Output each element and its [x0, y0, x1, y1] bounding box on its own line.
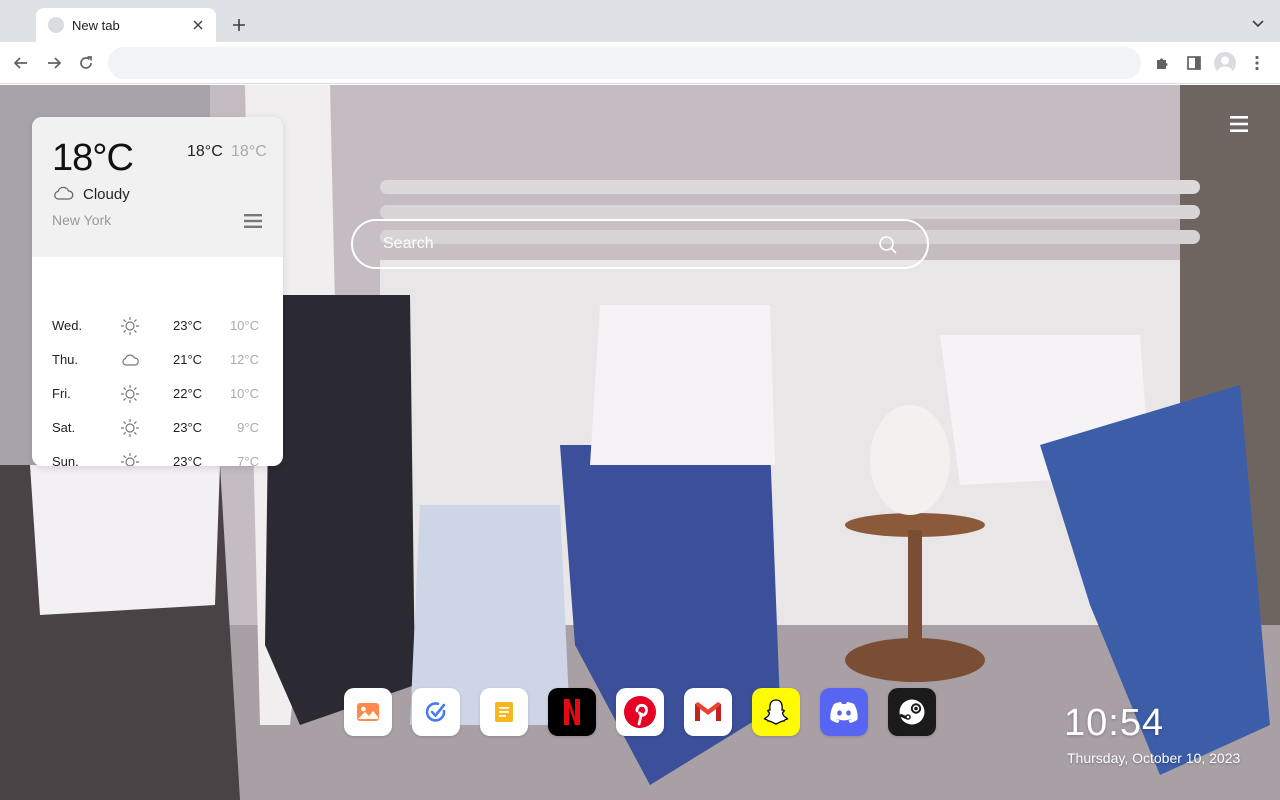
pinterest-app-shortcut[interactable] — [616, 688, 664, 736]
weather-current-panel: 18°C 18°C 18°C Cloudy New York — [32, 117, 283, 257]
gallery-app-shortcut[interactable] — [344, 688, 392, 736]
forecast-low: 12°C — [229, 352, 259, 367]
netflix-app-shortcut[interactable] — [548, 688, 596, 736]
close-icon[interactable] — [190, 17, 206, 33]
forecast-day: Wed. — [52, 318, 83, 333]
forecast-low: 10°C — [229, 318, 259, 333]
forecast-row: Wed. 23°C 10°C — [32, 316, 283, 336]
notes-app-shortcut[interactable] — [480, 688, 528, 736]
forecast-day: Sun. — [52, 454, 79, 466]
chevron-down-icon[interactable] — [1248, 14, 1268, 34]
side-panel-icon[interactable] — [1183, 52, 1205, 74]
forecast-row: Sat. 23°C 9°C — [32, 418, 283, 438]
search-box[interactable] — [351, 219, 929, 269]
page-menu-icon[interactable] — [1228, 115, 1250, 133]
tasks-app-shortcut[interactable] — [412, 688, 460, 736]
forecast-day: Thu. — [52, 352, 79, 367]
weather-menu-icon[interactable] — [244, 214, 262, 228]
forecast-row: Thu. 21°C 12°C — [32, 350, 283, 370]
new-tab-page: 18°C 18°C 18°C Cloudy New York Wed. 23°C… — [0, 85, 1280, 800]
today-high-temperature: 18°C — [187, 143, 223, 160]
netflix-icon — [564, 699, 580, 725]
forecast-low: 10°C — [229, 386, 259, 401]
address-bar[interactable] — [108, 47, 1141, 79]
pinterest-icon — [624, 696, 656, 728]
steam-icon — [899, 699, 925, 725]
note-icon — [495, 702, 513, 722]
sun-icon — [121, 419, 139, 437]
forecast-high: 23°C — [173, 454, 203, 466]
search-icon[interactable] — [878, 235, 898, 255]
extensions-puzzle-icon[interactable] — [1151, 52, 1173, 74]
forecast-row: Fri. 22°C 10°C — [32, 384, 283, 404]
more-vert-icon[interactable] — [1246, 52, 1268, 74]
forecast-low: 9°C — [237, 420, 259, 435]
discord-icon — [830, 702, 858, 723]
forecast-day: Sat. — [52, 420, 76, 435]
weather-location: New York — [52, 212, 112, 228]
cloud-icon — [54, 186, 74, 200]
tab-strip: New tab — [0, 0, 1280, 42]
profile-avatar[interactable] — [1214, 52, 1236, 74]
discord-app-shortcut[interactable] — [820, 688, 868, 736]
back-icon[interactable] — [10, 52, 32, 74]
forward-icon[interactable] — [43, 52, 65, 74]
steam-app-shortcut[interactable] — [888, 688, 936, 736]
new-tab-button[interactable] — [228, 14, 250, 36]
current-temperature: 18°C — [52, 137, 134, 179]
check-icon — [425, 702, 446, 722]
search-input[interactable] — [383, 233, 863, 255]
browser-toolbar — [0, 42, 1280, 84]
weather-widget[interactable]: 18°C 18°C 18°C Cloudy New York Wed. 23°C… — [32, 117, 283, 466]
sun-icon — [121, 453, 139, 466]
today-low-temperature: 18°C — [231, 143, 267, 160]
tab-new-tab[interactable]: New tab — [36, 8, 216, 42]
weather-condition: Cloudy — [83, 186, 130, 203]
gmail-app-shortcut[interactable] — [684, 688, 732, 736]
sun-icon — [121, 385, 139, 403]
tab-title: New tab — [72, 17, 120, 33]
sun-icon — [121, 317, 139, 335]
forecast-high: 22°C — [173, 386, 203, 401]
forecast-low: 7°C — [237, 454, 259, 466]
forecast-high: 23°C — [173, 420, 203, 435]
snapchat-icon — [763, 699, 789, 725]
forecast-day: Fri. — [52, 386, 71, 401]
forecast-row: Sun. 23°C 7°C — [32, 452, 283, 466]
snapchat-app-shortcut[interactable] — [752, 688, 800, 736]
forecast-high: 21°C — [173, 352, 203, 367]
clock-time: 10:54 — [1064, 702, 1165, 744]
reload-icon[interactable] — [75, 52, 97, 74]
cloud-icon — [122, 354, 139, 366]
tab-favicon-icon — [48, 17, 64, 33]
image-icon — [357, 703, 379, 721]
gmail-icon — [695, 702, 721, 721]
clock-date: Thursday, October 10, 2023 — [1067, 750, 1241, 766]
forecast-high: 23°C — [173, 318, 203, 333]
